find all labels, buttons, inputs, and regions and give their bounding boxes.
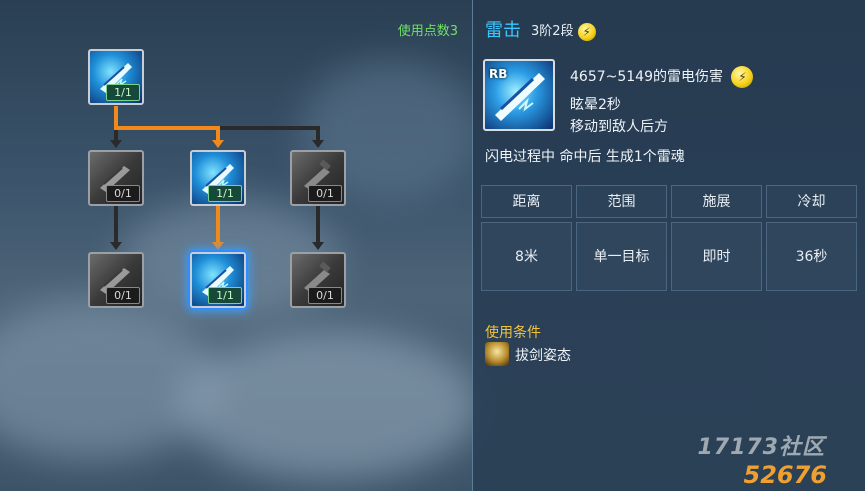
stat-header: 范围 [576, 185, 667, 218]
stat-column-area: 范围 单一目标 [576, 185, 667, 291]
stat-column-cooldown: 冷却 36秒 [766, 185, 857, 291]
skill-slot-r3c1[interactable]: 0/1 [88, 252, 144, 308]
skill-count-badge: 0/1 [106, 185, 140, 202]
skill-count-badge: 1/1 [106, 84, 140, 101]
stat-header: 施展 [671, 185, 762, 218]
arrow-down-icon [212, 242, 224, 250]
key-binding-label: RB [489, 67, 508, 81]
damage-value: 4657~5149的雷电伤害 [570, 69, 723, 85]
connector-line [316, 206, 320, 242]
effect-stun-text: 眩晕2秒 [570, 97, 621, 113]
skill-slot-root[interactable]: 1/1 [88, 49, 144, 105]
site-watermark: 17173社区 [697, 429, 825, 461]
skill-slot-r3c2[interactable]: 1/1 [190, 252, 246, 308]
damage-text: 4657~5149的雷电伤害 ⚡ [570, 66, 754, 88]
skill-count-badge: 1/1 [208, 287, 242, 304]
stat-column-range: 距离 8米 [481, 185, 572, 291]
skill-slot-r2c1[interactable]: 0/1 [88, 150, 144, 206]
skill-count-badge: 0/1 [106, 287, 140, 304]
skill-count-badge: 0/1 [308, 287, 342, 304]
connector-line [114, 206, 118, 242]
site-logo: 52676 [744, 461, 828, 489]
stat-header: 冷却 [766, 185, 857, 218]
sword-stance-icon [485, 342, 509, 366]
arrow-down-icon [312, 140, 324, 148]
stat-value: 36秒 [766, 222, 857, 291]
skill-count-badge: 1/1 [208, 185, 242, 202]
skill-tree-panel: 使用点数3 1/1 0/1 1/1 0/1 0/1 1/1 0/1 [0, 0, 472, 491]
connector-line [216, 126, 220, 140]
skill-level-text: 3阶2段 [531, 24, 574, 39]
connector-line [316, 126, 320, 140]
skill-slot-r2c3[interactable]: 0/1 [290, 150, 346, 206]
connector-line [114, 126, 220, 130]
connector-line [216, 206, 220, 242]
skill-stats-table: 距离 8米 范围 单一目标 施展 即时 冷却 36秒 [481, 185, 858, 291]
connector-line [114, 106, 118, 128]
connector-line [220, 126, 320, 130]
lightning-icon: ⚡ [577, 22, 596, 41]
skill-slot-r3c3[interactable]: 0/1 [290, 252, 346, 308]
stat-value: 8米 [481, 222, 572, 291]
connector-line [114, 130, 118, 140]
watermark-text: 17173社区 [697, 435, 825, 460]
skill-info-panel: 雷击 3阶2段 ⚡ RB 4657~5149的雷电伤害 ⚡ 眩晕2秒 移动到敌人… [472, 0, 865, 491]
skill-name: 雷击 [485, 20, 521, 41]
skill-large-icon: RB [483, 59, 555, 131]
stat-value: 单一目标 [576, 222, 667, 291]
stat-value: 即时 [671, 222, 762, 291]
arrow-down-icon [110, 140, 122, 148]
arrow-down-icon [312, 242, 324, 250]
extra-effect-text: 闪电过程中 命中后 生成1个雷魂 [485, 149, 685, 165]
skill-slot-r2c2[interactable]: 1/1 [190, 150, 246, 206]
stat-column-cast: 施展 即时 [671, 185, 762, 291]
skill-window: 使用点数3 1/1 0/1 1/1 0/1 0/1 1/1 0/1 雷击 3阶2… [0, 0, 865, 491]
skill-count-badge: 0/1 [308, 185, 342, 202]
usage-condition-text: 拔剑姿态 [515, 348, 571, 364]
arrow-down-icon [212, 140, 224, 148]
stat-header: 距离 [481, 185, 572, 218]
usage-condition-title: 使用条件 [485, 325, 541, 341]
effect-move-text: 移动到敌人后方 [570, 119, 668, 135]
lightning-icon: ⚡ [731, 66, 754, 88]
arrow-down-icon [110, 242, 122, 250]
watermark-logo-text: 52676 [743, 461, 828, 489]
points-used-label: 使用点数3 [397, 24, 458, 39]
skill-level: 3阶2段 ⚡ [531, 20, 596, 41]
